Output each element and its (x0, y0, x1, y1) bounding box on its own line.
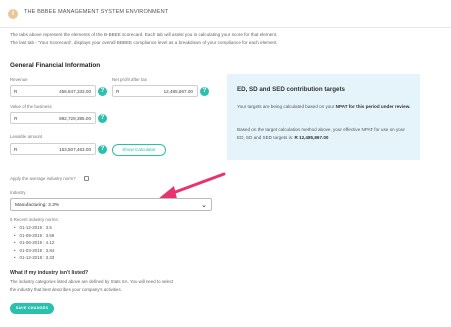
page-title: THE BBBEE MANAGEMENT SYSTEM ENVIRONMENT (24, 9, 169, 15)
industry-label: Industry (10, 190, 26, 195)
industry-select[interactable]: Manufacturing: 3.3% ⌄ (10, 198, 212, 211)
contribution-targets-panel: ED, SD and SED contribution targets Your… (227, 74, 420, 160)
top-bar: i THE BBBEE MANAGEMENT SYSTEM ENVIRONMEN… (0, 0, 451, 28)
average-industry-checkbox[interactable] (84, 176, 89, 181)
recent-norms-label: 5 Recent industry norms: (10, 217, 59, 222)
leviable-input[interactable]: R 153,507,463.00 (10, 143, 96, 155)
valuation-input[interactable]: R 892,729,395.00 (10, 112, 96, 124)
faq-title: What if my industry isn't listed? (10, 270, 89, 276)
info-icon: i (8, 9, 18, 19)
valuation-help-icon[interactable]: ? (98, 114, 107, 123)
financial-section-title: General Financial Information (10, 62, 101, 69)
net-profit-input[interactable]: R 12,485,867.00 (112, 85, 198, 97)
chevron-down-icon: ⌄ (201, 202, 207, 209)
contribution-targets-title: ED, SD and SED contribution targets (237, 86, 345, 93)
net-profit-value: 12,485,867.00 (163, 89, 193, 94)
leviable-help-icon[interactable]: ? (98, 145, 107, 154)
faq-text-2: the industry that best describes your co… (10, 287, 122, 292)
currency-symbol: R (14, 116, 18, 121)
revenue-label: Revenue (10, 77, 28, 82)
contribution-text-1: Your targets are being calculated based … (237, 104, 411, 109)
faq-text-1: The industry categories listed above are… (10, 279, 174, 284)
revenue-input[interactable]: R 458,847,333.00 (10, 85, 96, 97)
list-item: 01-06-2019 : 4.12 (14, 239, 55, 247)
leviable-value: 153,507,463.00 (59, 147, 91, 152)
list-item: 01-12-2018 : 3.33 (14, 254, 55, 262)
currency-symbol: R (116, 89, 120, 94)
list-item: 01-03-2019 : 3.84 (14, 247, 55, 255)
net-profit-help-icon[interactable]: ? (200, 87, 209, 96)
revenue-help-icon[interactable]: ? (98, 87, 107, 96)
intro-line-1: The tabs above represent the elements of… (10, 32, 278, 37)
valuation-label: Value of the business (10, 104, 52, 109)
average-industry-label: Apply the average industry norm? (10, 176, 76, 181)
industry-selected-value: Manufacturing: 3.3% (15, 202, 59, 208)
recent-norms-list: 01-12-2019 : 3.5 01-09-2019 : 3.59 01-06… (14, 224, 55, 262)
contribution-text-2: Based on the target calculation method a… (237, 127, 405, 140)
valuation-value: 892,729,395.00 (59, 116, 91, 121)
save-changes-button[interactable]: SAVE CHANGES (10, 303, 54, 314)
leviable-label: Leviable amount (10, 134, 43, 139)
show-calculator-button[interactable]: Show Calculator (112, 144, 166, 156)
list-item: 01-12-2019 : 3.5 (14, 224, 54, 232)
net-profit-label: Net profit after tax (112, 77, 147, 82)
currency-symbol: R (14, 147, 18, 152)
list-item: 01-09-2019 : 3.59 (14, 232, 55, 240)
revenue-value: 458,847,333.00 (59, 89, 91, 94)
intro-line-2: The last tab - 'Your Scorecard', display… (10, 40, 278, 45)
currency-symbol: R (14, 89, 18, 94)
